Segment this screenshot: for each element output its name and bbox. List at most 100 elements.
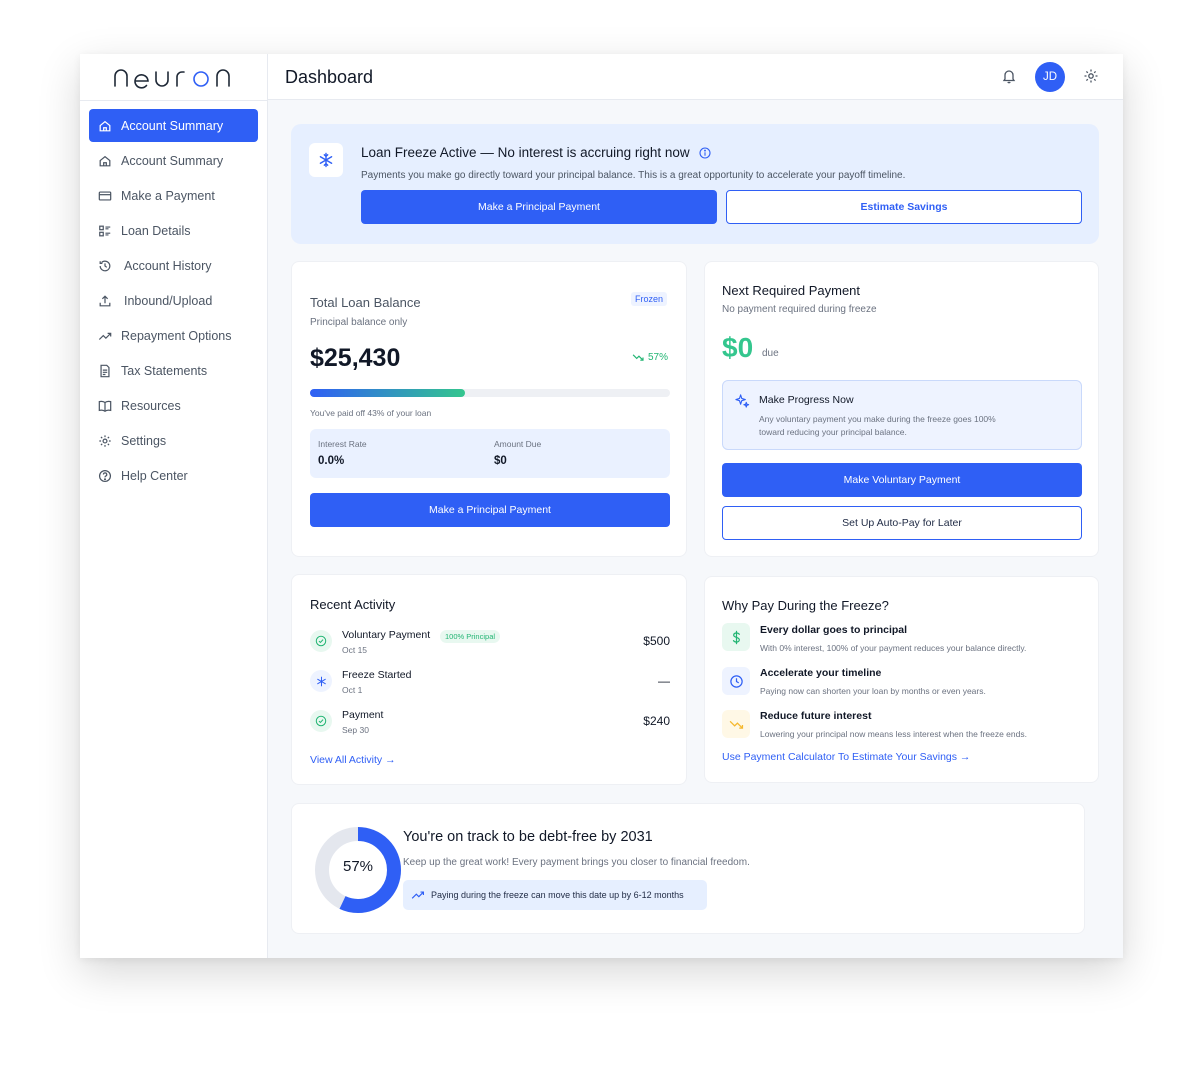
set-up-autopay-button[interactable]: Set Up Auto-Pay for Later <box>722 506 1082 540</box>
gear-icon <box>98 434 112 448</box>
make-voluntary-payment-button[interactable]: Make Voluntary Payment <box>722 463 1082 497</box>
interest-rate-value: 0.0% <box>318 455 345 467</box>
top-bar: Dashboard JD <box>268 54 1123 100</box>
activity-amount: $500 <box>643 634 670 648</box>
why-item-desc: Paying now can shorten your loan by mont… <box>760 686 986 696</box>
balance-change: 57% <box>632 352 668 363</box>
acceleration-chip: Paying during the freeze can move this d… <box>403 880 707 910</box>
amount-due-label: Amount Due <box>494 439 542 449</box>
activity-amount: — <box>658 674 670 688</box>
sidebar-item-help-center[interactable]: Help Center <box>89 459 258 492</box>
sidebar-item-label: Make a Payment <box>121 188 215 203</box>
next-payment-due-label: due <box>762 348 779 359</box>
on-track-title: You're on track to be debt-free by 2031 <box>403 829 653 845</box>
neuron-logo[interactable] <box>112 64 236 90</box>
list-item[interactable]: Payment Sep 30 $240 <box>292 705 688 741</box>
sidebar-item-account-summary[interactable]: Account Summary <box>89 144 258 177</box>
sidebar-item-tax-statements[interactable]: Tax Statements <box>89 354 258 387</box>
why-pay-title: Why Pay During the Freeze? <box>722 598 889 613</box>
estimate-savings-button[interactable]: Estimate Savings <box>726 190 1082 224</box>
why-pay-card: Why Pay During the Freeze? Every dollar … <box>704 576 1099 783</box>
balance-subtitle: Principal balance only <box>310 317 408 328</box>
activity-name: Voluntary Payment <box>342 629 431 641</box>
sidebar-item-label: Resources <box>121 398 181 413</box>
view-all-activity-link[interactable]: View All Activity → <box>310 754 396 766</box>
sidebar-divider <box>80 100 268 101</box>
sidebar-item-account-summary-active[interactable]: Account Summary <box>89 109 258 142</box>
sidebar: Account Summary Account Summary Make a P… <box>80 54 268 958</box>
make-principal-payment-button[interactable]: Make a Principal Payment <box>361 190 717 224</box>
total-loan-balance-card: Total Loan Balance Frozen Principal bala… <box>291 261 687 557</box>
avatar[interactable]: JD <box>1035 62 1065 92</box>
sidebar-item-repayment-options[interactable]: Repayment Options <box>89 319 258 352</box>
page-title: Dashboard <box>285 67 374 87</box>
payoff-progress-bar <box>310 389 670 397</box>
sidebar-item-label: Account Summary <box>121 118 224 133</box>
principal-tag: 100% Principal <box>440 630 501 643</box>
next-payment-amount: $0 <box>722 332 754 363</box>
trending-up-icon <box>98 329 112 343</box>
sparkles-icon <box>735 393 750 413</box>
home-icon <box>98 154 112 168</box>
sidebar-item-label: Account Summary <box>121 153 224 168</box>
sidebar-item-inbound-upload[interactable]: Inbound/Upload <box>89 284 258 317</box>
sidebar-item-label: Tax Statements <box>121 363 208 378</box>
bell-icon[interactable] <box>1001 68 1017 84</box>
next-payment-subtitle: No payment required during freeze <box>722 304 877 315</box>
activity-name: Freeze Started <box>342 669 412 681</box>
list-details-icon <box>98 224 112 238</box>
activity-date: Oct 1 <box>342 685 363 695</box>
recent-activity-card: Recent Activity Voluntary Payment 100% P… <box>291 574 687 785</box>
sidebar-item-account-history[interactable]: Account History <box>89 249 258 282</box>
activity-amount: $240 <box>643 714 670 728</box>
home-icon <box>98 119 112 133</box>
on-track-description: Keep up the great work! Every payment br… <box>403 857 750 868</box>
make-progress-desc-line2: toward reducing your principal balance. <box>759 427 907 437</box>
on-track-card: 57% You're on track to be debt-free by 2… <box>291 803 1085 934</box>
snowflake-icon <box>309 143 343 177</box>
payment-calculator-link[interactable]: Use Payment Calculator To Estimate Your … <box>722 751 970 763</box>
sidebar-item-label: Settings <box>121 433 167 448</box>
clock-icon <box>722 667 750 695</box>
sidebar-item-label: Help Center <box>121 468 188 483</box>
book-icon <box>98 399 112 413</box>
help-circle-icon <box>98 469 112 483</box>
sidebar-item-label: Inbound/Upload <box>124 293 213 308</box>
recent-activity-title: Recent Activity <box>310 597 396 612</box>
banner-description: Payments you make go directly toward you… <box>361 170 906 181</box>
sidebar-item-loan-details[interactable]: Loan Details <box>89 214 258 247</box>
sidebar-item-label: Loan Details <box>121 223 191 238</box>
info-icon[interactable] <box>699 146 711 159</box>
make-principal-payment-button[interactable]: Make a Principal Payment <box>310 493 670 527</box>
sidebar-item-label: Repayment Options <box>121 328 232 343</box>
amount-due-value: $0 <box>494 455 507 467</box>
sidebar-item-settings[interactable]: Settings <box>89 424 258 457</box>
list-item[interactable]: Voluntary Payment 100% Principal Oct 15 … <box>292 625 688 661</box>
trending-down-icon <box>632 353 645 362</box>
gear-icon[interactable] <box>1083 68 1099 84</box>
payoff-progress-fill <box>310 389 465 397</box>
next-payment-title: Next Required Payment <box>722 283 861 298</box>
make-progress-panel: Make Progress Now Any voluntary payment … <box>722 380 1082 450</box>
snowflake-icon <box>310 670 332 692</box>
app-window: Account Summary Account Summary Make a P… <box>80 54 1123 958</box>
history-icon <box>98 259 112 273</box>
check-circle-icon <box>310 630 332 652</box>
loan-freeze-banner: Loan Freeze Active — No interest is accr… <box>291 124 1099 244</box>
sidebar-item-label: Account History <box>124 258 212 273</box>
list-item[interactable]: Freeze Started Oct 1 — <box>292 665 688 701</box>
make-progress-title: Make Progress Now <box>759 394 854 406</box>
dollar-icon <box>722 623 750 651</box>
next-payment-card: Next Required Payment No payment require… <box>704 261 1099 557</box>
status-badge: Frozen <box>631 292 668 306</box>
why-item-title: Reduce future interest <box>760 710 872 722</box>
sidebar-item-make-a-payment[interactable]: Make a Payment <box>89 179 258 212</box>
make-progress-desc-line1: Any voluntary payment you make during th… <box>759 414 996 424</box>
why-item-title: Every dollar goes to principal <box>760 624 908 636</box>
balance-title: Total Loan Balance <box>310 295 421 310</box>
why-item-desc: Lowering your principal now means less i… <box>760 729 1027 739</box>
credit-card-icon <box>98 189 112 203</box>
sidebar-item-resources[interactable]: Resources <box>89 389 258 422</box>
progress-caption: You've paid off 43% of your loan <box>310 408 432 418</box>
loan-stats: Interest Rate 0.0% Amount Due $0 <box>310 429 670 478</box>
